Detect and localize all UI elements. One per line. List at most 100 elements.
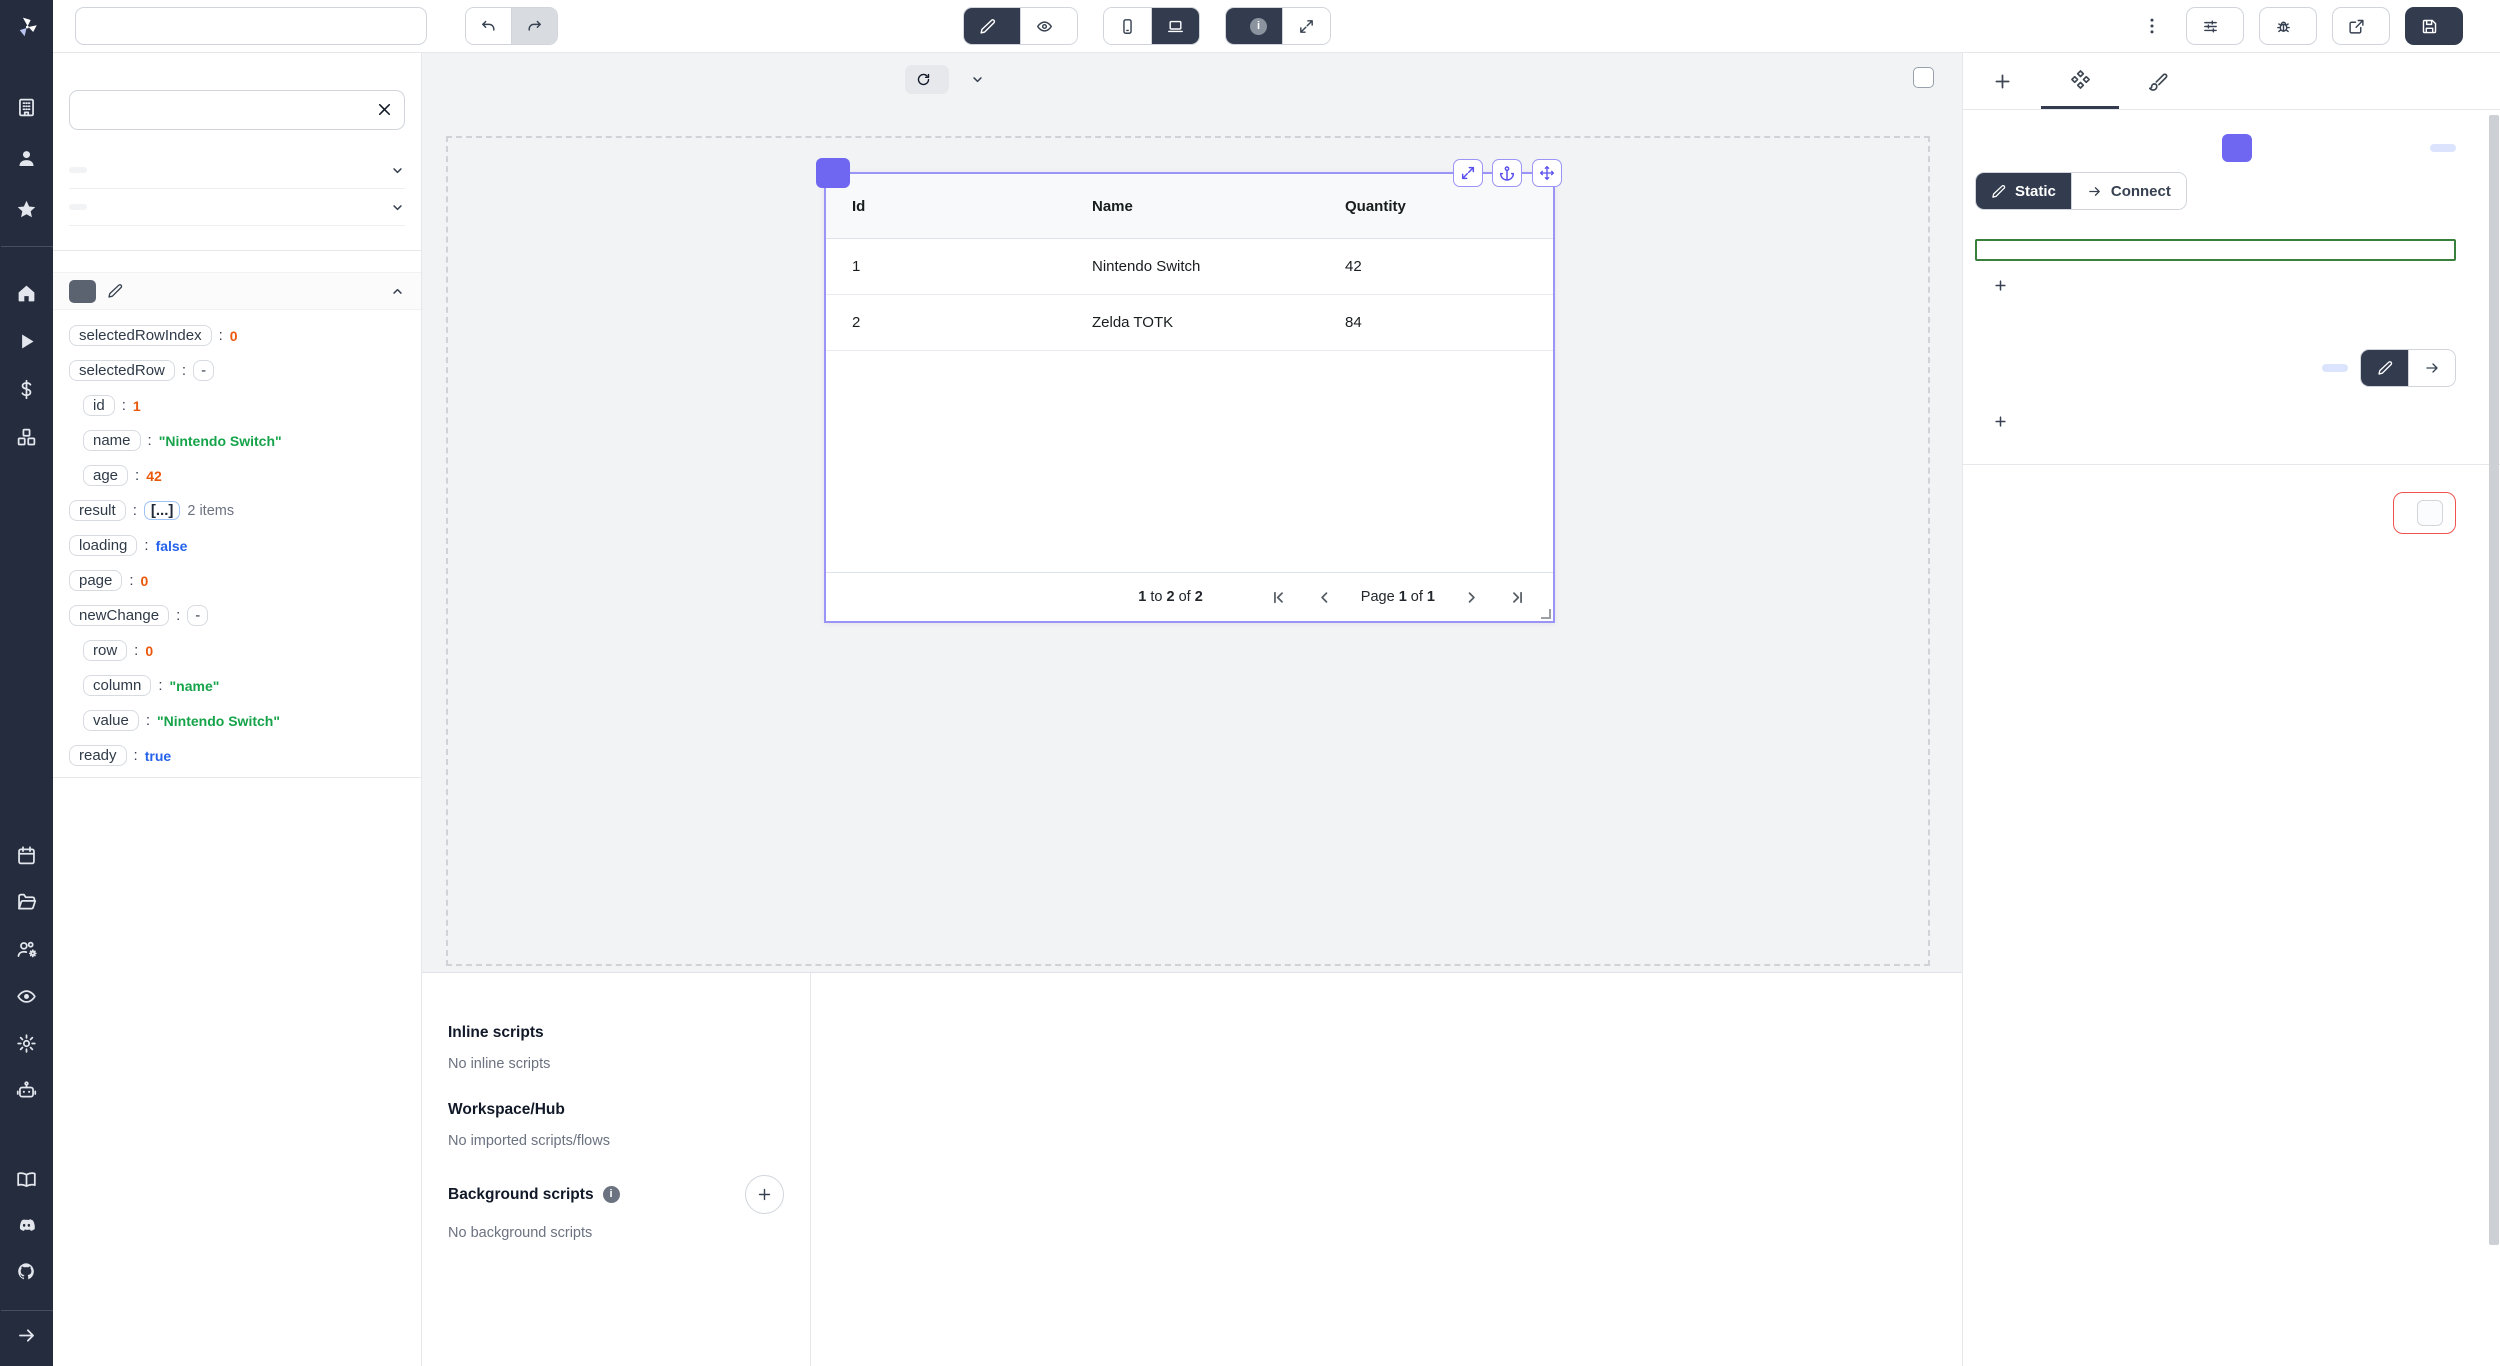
component-settings-tab[interactable] [2041, 53, 2119, 109]
insert-component-tab[interactable] [1963, 53, 2041, 109]
ctx-row[interactable] [69, 152, 405, 189]
output-key-badge[interactable]: selectedRow [69, 360, 175, 381]
table-cell[interactable]: 1 [826, 258, 1066, 275]
delete-component-button[interactable] [2393, 492, 2456, 534]
output-key-badge[interactable]: row [83, 640, 127, 661]
runnables-empty-label: No inline scripts [448, 1056, 784, 1072]
expand-handle[interactable] [1453, 159, 1483, 187]
search-outputs-input[interactable] [69, 90, 405, 130]
windmill-logo[interactable] [0, 0, 53, 53]
book-open-icon[interactable] [16, 1169, 37, 1190]
aggrid-table-component[interactable]: IdNameQuantity 1Nintendo Switch422Zelda … [824, 172, 1555, 623]
editor-tab[interactable] [964, 8, 1020, 44]
component-id-badge[interactable] [816, 158, 850, 188]
arrow-right-icon[interactable] [16, 1325, 37, 1346]
prev-page-icon[interactable] [1315, 588, 1334, 607]
mobile-view-button[interactable] [1104, 8, 1151, 44]
output-key-badge[interactable]: column [83, 675, 151, 696]
connect-button[interactable] [2408, 350, 2455, 386]
desktop-view-button[interactable] [1151, 8, 1199, 44]
table-cell[interactable]: Zelda TOTK [1066, 314, 1319, 331]
next-page-icon[interactable] [1462, 588, 1481, 607]
table-header-cell[interactable]: Name [1066, 198, 1319, 215]
settings-icon[interactable] [16, 1033, 37, 1054]
output-value[interactable]: - [187, 605, 208, 626]
schedule-dropdown[interactable] [965, 72, 985, 87]
data-source-tab-static[interactable]: Static [1976, 173, 2071, 209]
building-icon[interactable] [16, 97, 37, 118]
last-page-icon[interactable] [1508, 588, 1527, 607]
redo-button[interactable] [511, 8, 557, 44]
scrollbar-thumb[interactable] [2489, 115, 2499, 1245]
folder-open-icon[interactable] [16, 892, 37, 913]
debug-runs-button[interactable] [2259, 7, 2317, 45]
output-expand-badge[interactable]: [...] [144, 501, 181, 520]
add-column-def-button[interactable] [1993, 414, 2016, 429]
refresh-button[interactable] [905, 65, 949, 94]
first-page-icon[interactable] [1269, 588, 1288, 607]
preview-tab[interactable] [1020, 8, 1077, 44]
undo-icon [480, 18, 497, 35]
state-row[interactable] [69, 189, 405, 226]
publish-button[interactable] [2332, 7, 2390, 45]
bot-icon[interactable] [16, 1080, 37, 1101]
rename-pencil-icon[interactable] [107, 283, 123, 299]
add-data-source-item-button[interactable] [1993, 278, 2016, 293]
table-cell[interactable]: Nintendo Switch [1066, 258, 1319, 275]
eye-icon[interactable] [16, 986, 37, 1007]
discord-icon[interactable] [16, 1215, 37, 1236]
device-toggle [1103, 7, 1200, 45]
output-key-badge[interactable]: selectedRowIndex [69, 325, 212, 346]
table-cell[interactable]: 42 [1319, 258, 1553, 275]
output-key-badge[interactable]: ready [69, 745, 127, 766]
hide-bar-checkbox[interactable] [1913, 67, 1934, 88]
styling-tab[interactable] [2119, 53, 2197, 109]
table-row[interactable]: 1Nintendo Switch42 [826, 239, 1553, 295]
users-cog-icon[interactable] [16, 939, 37, 960]
static-edit-button[interactable] [2361, 350, 2408, 386]
plus-icon [1992, 71, 2013, 92]
fullscreen-button[interactable] [1282, 8, 1330, 44]
github-icon[interactable] [16, 1261, 37, 1282]
output-key-badge[interactable]: age [83, 465, 128, 486]
data-source-tab-connect[interactable]: Connect [2071, 173, 2186, 209]
component-row[interactable] [53, 272, 421, 310]
app-inputs-button[interactable] [2186, 7, 2244, 45]
output-row: age:42 [83, 462, 405, 489]
user-icon[interactable] [16, 148, 37, 169]
boxes-icon[interactable] [16, 427, 37, 448]
debug-outline-button[interactable]: i [1226, 8, 1282, 44]
table-row[interactable]: 2Zelda TOTK84 [826, 295, 1553, 351]
play-icon[interactable] [16, 331, 37, 352]
output-value[interactable]: - [193, 360, 214, 381]
app-summary-input[interactable] [75, 7, 427, 45]
output-key-badge[interactable]: newChange [69, 605, 169, 626]
search-outputs [69, 90, 405, 130]
component-id-badge[interactable] [2222, 134, 2252, 162]
component-id-badge[interactable] [69, 280, 96, 303]
info-icon: i [1250, 18, 1267, 35]
anchor-handle[interactable] [1492, 159, 1522, 187]
output-key-badge[interactable]: result [69, 500, 126, 521]
resize-handle[interactable] [1541, 609, 1551, 619]
dollar-sign-icon[interactable] [16, 379, 37, 400]
add-background-script-button[interactable] [745, 1175, 784, 1214]
table-header-cell[interactable]: Id [826, 198, 1066, 215]
output-key-badge[interactable]: loading [69, 535, 137, 556]
table-cell[interactable]: 84 [1319, 314, 1553, 331]
output-key-badge[interactable]: name [83, 430, 141, 451]
clear-search-icon[interactable] [375, 100, 394, 119]
output-key-badge[interactable]: value [83, 710, 139, 731]
table-header-cell[interactable]: Quantity [1319, 198, 1553, 215]
output-key-badge[interactable]: page [69, 570, 122, 591]
table-cell[interactable]: 2 [826, 314, 1066, 331]
save-button[interactable] [2405, 7, 2463, 45]
move-handle[interactable] [1532, 159, 1562, 187]
output-row: result:[...]2 items [69, 497, 405, 524]
kebab-menu-icon[interactable] [2142, 16, 2162, 36]
star-icon[interactable] [16, 199, 37, 220]
home-icon[interactable] [16, 283, 37, 304]
undo-button[interactable] [466, 8, 511, 44]
calendar-icon[interactable] [16, 845, 37, 866]
output-key-badge[interactable]: id [83, 395, 115, 416]
